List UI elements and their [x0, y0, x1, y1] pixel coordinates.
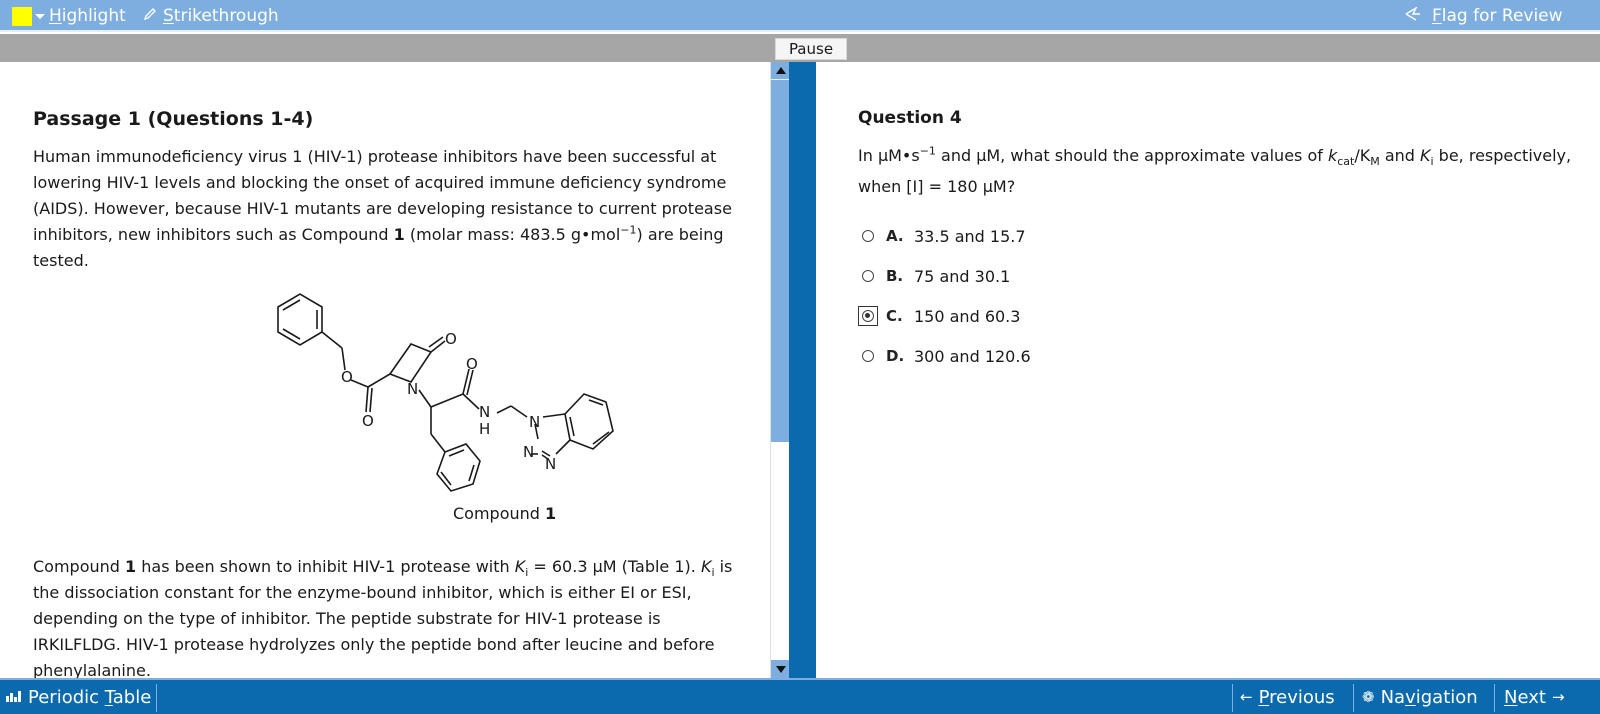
highlight-label: Highlight — [49, 6, 126, 26]
atom-N2-triazole: N — [523, 443, 534, 461]
arrow-down-icon — [775, 665, 786, 673]
radio-button[interactable] — [862, 230, 874, 242]
pencil-icon — [143, 6, 157, 26]
atom-O-ring-carbonyl: O — [445, 330, 457, 348]
atom-N3-triazole: N — [545, 455, 556, 473]
flag-icon — [1404, 6, 1422, 26]
flag-label: Flag for Review — [1432, 6, 1563, 26]
passage-paragraph-2: Compound 1 has been shown to inhibit HIV… — [33, 557, 733, 678]
strikethrough-button[interactable]: Strikethrough — [143, 0, 279, 32]
next-label: Next — [1504, 686, 1546, 708]
passage-title: Passage 1 (Questions 1-4) — [33, 108, 314, 130]
option-letter: C. — [886, 307, 903, 325]
periodic-table-label: Periodic Table — [28, 686, 152, 708]
navigation-button[interactable]: ❁ Navigation — [1362, 680, 1478, 714]
scroll-up-button[interactable] — [771, 62, 790, 80]
atom-H-amide: H — [479, 420, 490, 438]
option-text: 33.5 and 15.7 — [914, 226, 1026, 246]
periodic-table-icon — [6, 688, 22, 706]
navigation-icon: ❁ — [1362, 688, 1375, 706]
scroll-down-button[interactable] — [771, 660, 790, 678]
previous-button[interactable]: ← Previous — [1240, 680, 1335, 714]
separator — [1232, 684, 1233, 712]
radio-c-wrap[interactable] — [858, 306, 878, 326]
question-content: Question 4 In µM•s−1 and µM, what should… — [858, 108, 1578, 376]
passage-paragraph-1: Human immunodeficiency virus 1 (HIV-1) p… — [33, 147, 732, 270]
passage-pane: Passage 1 (Questions 1-4) Human immunode… — [0, 62, 770, 678]
pause-button[interactable]: Pause — [775, 38, 847, 60]
compound-1-structure: O O N O O N H N N N — [277, 293, 614, 492]
figure-caption: Compound 1 — [453, 504, 557, 523]
radio-button[interactable] — [862, 270, 874, 282]
next-button[interactable]: Next → — [1504, 680, 1565, 714]
benzene-ring-3 — [564, 393, 614, 450]
arrow-right-icon: → — [1551, 688, 1565, 706]
atom-O-ester: O — [341, 368, 353, 386]
answer-option-a[interactable]: A. 33.5 and 15.7 — [858, 216, 1578, 256]
radio-a-wrap[interactable] — [858, 226, 878, 246]
option-text: 300 and 120.6 — [914, 346, 1031, 366]
separator — [1494, 684, 1495, 712]
option-text: 150 and 60.3 — [914, 306, 1021, 326]
flag-for-review-button[interactable]: Flag for Review — [1404, 0, 1563, 32]
question-stem: In µM•s−1 and µM, what should the approx… — [858, 144, 1572, 196]
atom-O-ester-carbonyl: O — [362, 412, 374, 430]
answer-option-d[interactable]: D. 300 and 120.6 — [858, 336, 1578, 376]
atom-N-ring: N — [407, 380, 418, 398]
option-letter: D. — [886, 347, 905, 365]
scrollbar-thumb[interactable] — [771, 80, 790, 442]
question-pane: Question 4 In µM•s−1 and µM, what should… — [816, 62, 1600, 678]
passage-scrollbar[interactable] — [770, 62, 790, 678]
atom-N-amide: N — [479, 403, 490, 421]
atom-N1-triazole: N — [529, 413, 540, 431]
atom-O-amide: O — [466, 355, 478, 373]
radio-b-wrap[interactable] — [858, 266, 878, 286]
pane-divider[interactable] — [789, 62, 816, 678]
radio-button[interactable] — [862, 350, 874, 362]
strikethrough-label: Strikethrough — [163, 6, 279, 26]
compound-1-figure: O O N O O N H N N N Compound 1 — [33, 274, 733, 544]
chevron-down-icon[interactable] — [35, 13, 45, 19]
top-toolbar: Highlight Strikethrough Flag for Review — [0, 0, 1600, 32]
radio-d-wrap[interactable] — [858, 346, 878, 366]
bottom-navigation-bar: Periodic Table ← Previous ❁ Navigation N… — [0, 678, 1600, 714]
benzene-ring-1 — [277, 293, 323, 346]
separator — [1353, 684, 1354, 712]
navigation-label: Navigation — [1380, 686, 1478, 708]
option-letter: B. — [886, 267, 904, 285]
highlight-color-swatch[interactable] — [12, 6, 32, 26]
radio-button-selected[interactable] — [862, 310, 874, 322]
arrow-up-icon — [775, 67, 786, 74]
highlight-button[interactable]: Highlight — [12, 0, 126, 32]
answer-options: A. 33.5 and 15.7 B. 75 and 30.1 C. 150 a… — [858, 216, 1578, 376]
option-letter: A. — [886, 227, 904, 245]
arrow-left-icon: ← — [1240, 688, 1253, 706]
separator — [156, 684, 157, 712]
option-text: 75 and 30.1 — [914, 266, 1011, 286]
answer-option-b[interactable]: B. 75 and 30.1 — [858, 256, 1578, 296]
question-title: Question 4 — [858, 108, 962, 128]
azetidinone-ring — [388, 343, 433, 383]
passage-content: Passage 1 (Questions 1-4) Human immunode… — [33, 108, 733, 678]
periodic-table-button[interactable]: Periodic Table — [6, 680, 151, 714]
answer-option-c[interactable]: C. 150 and 60.3 — [858, 296, 1578, 336]
previous-label: Previous — [1258, 686, 1335, 708]
